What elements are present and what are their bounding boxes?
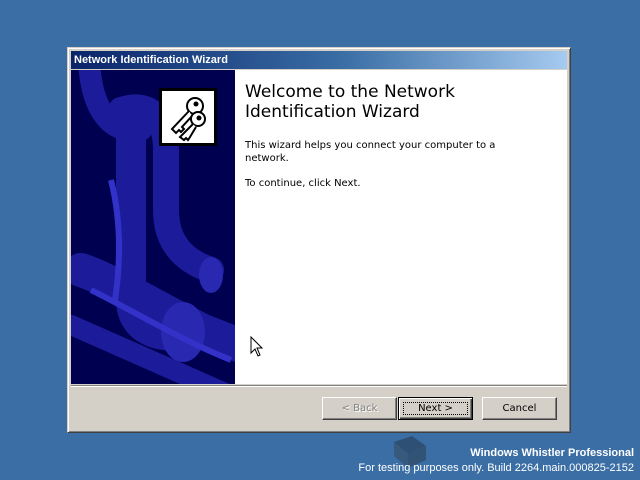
window-title: Network Identification Wizard bbox=[74, 54, 228, 66]
wizard-instruction: To continue, click Next. bbox=[245, 178, 361, 189]
button-separator bbox=[71, 385, 567, 387]
wizard-heading: Welcome to the Network Identification Wi… bbox=[245, 82, 455, 122]
wizard-banner bbox=[71, 70, 235, 384]
next-button-label: Next > bbox=[418, 403, 453, 414]
mouse-cursor-icon bbox=[250, 336, 264, 357]
desktop-watermark: Windows Whistler Professional For testin… bbox=[358, 446, 634, 476]
wizard-description: This wizard helps you connect your compu… bbox=[245, 140, 496, 164]
wizard-text: Welcome to the Network Identification Wi… bbox=[245, 82, 555, 202]
build-label: For testing purposes only. Build 2264.ma… bbox=[358, 462, 634, 474]
wizard-window: Network Identification Wizard Welcome to… bbox=[67, 47, 571, 433]
edition-label: Windows Whistler Professional bbox=[470, 447, 634, 459]
cancel-button[interactable]: Cancel bbox=[482, 397, 557, 420]
title-bar[interactable]: Network Identification Wizard bbox=[71, 51, 567, 69]
next-button[interactable]: Next > bbox=[398, 397, 473, 420]
back-button[interactable]: < Back bbox=[322, 397, 397, 420]
keys-icon bbox=[159, 88, 217, 146]
wizard-content: Welcome to the Network Identification Wi… bbox=[71, 70, 567, 384]
